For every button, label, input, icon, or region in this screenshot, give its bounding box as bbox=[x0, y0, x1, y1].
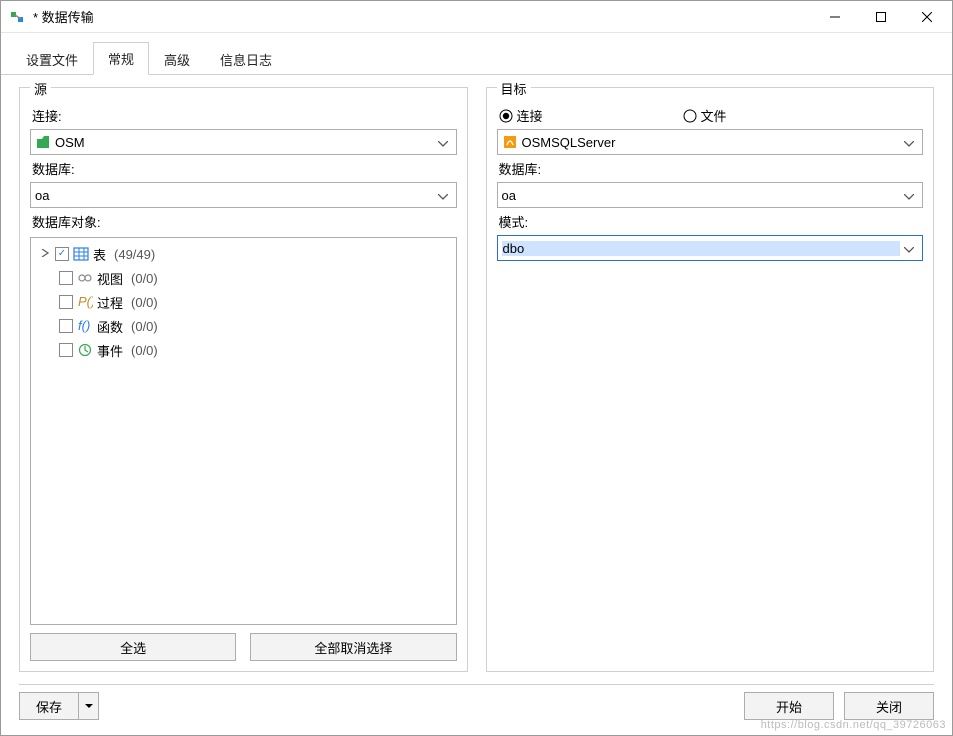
tab-advanced[interactable]: 高级 bbox=[149, 43, 205, 75]
chevron-down-icon bbox=[900, 241, 918, 256]
target-conn-value: OSMSQLServer bbox=[522, 135, 901, 150]
tree-count: (0/0) bbox=[131, 319, 158, 334]
chevron-right-icon[interactable] bbox=[39, 248, 51, 260]
procedure-icon: P() bbox=[77, 294, 93, 310]
tree-item-functions[interactable]: f() 函数 (0/0) bbox=[33, 314, 454, 338]
radio-label: 文件 bbox=[701, 106, 727, 125]
close-button[interactable] bbox=[904, 2, 950, 32]
close-dialog-button[interactable]: 关闭 bbox=[844, 692, 934, 720]
chevron-down-icon bbox=[900, 188, 918, 203]
titlebar: * 数据传输 bbox=[1, 1, 952, 33]
target-db-value[interactable] bbox=[502, 188, 901, 203]
target-type-row: 连接 文件 bbox=[499, 106, 922, 125]
target-schema-combo[interactable]: dbo bbox=[497, 235, 924, 261]
tree-item-views[interactable]: 视图 (0/0) bbox=[33, 266, 454, 290]
tab-bar: 设置文件 常规 高级 信息日志 bbox=[1, 33, 952, 75]
tree-count: (49/49) bbox=[114, 247, 155, 262]
target-schema-value: dbo bbox=[502, 241, 901, 256]
sqlserver-conn-icon bbox=[502, 134, 518, 150]
source-connection-combo[interactable]: OSM bbox=[30, 129, 457, 155]
target-db-label: 数据库: bbox=[499, 159, 922, 178]
target-database-combo[interactable] bbox=[497, 182, 924, 208]
source-legend: 源 bbox=[30, 79, 51, 98]
function-icon: f() bbox=[77, 318, 93, 334]
checkbox-events[interactable] bbox=[59, 343, 73, 357]
minimize-button[interactable] bbox=[812, 2, 858, 32]
tree-label: 视图 bbox=[97, 269, 123, 288]
target-radio-connection[interactable]: 连接 bbox=[499, 106, 543, 125]
target-legend: 目标 bbox=[497, 79, 531, 98]
tree-count: (0/0) bbox=[131, 343, 158, 358]
save-button[interactable]: 保存 bbox=[19, 692, 79, 720]
content-area: 源 连接: OSM 数据库: 数据库对象: bbox=[1, 75, 952, 672]
svg-text:f(): f() bbox=[78, 318, 90, 333]
tree-label: 事件 bbox=[97, 341, 123, 360]
tab-general[interactable]: 常规 bbox=[93, 42, 149, 75]
deselect-all-button[interactable]: 全部取消选择 bbox=[250, 633, 456, 661]
tab-log[interactable]: 信息日志 bbox=[205, 43, 287, 75]
checkbox-procedures[interactable] bbox=[59, 295, 73, 309]
radio-checked-icon bbox=[499, 109, 513, 123]
source-database-combo[interactable] bbox=[30, 182, 457, 208]
tree-label: 过程 bbox=[97, 293, 123, 312]
save-split-button[interactable]: 保存 bbox=[19, 692, 99, 720]
source-db-value[interactable] bbox=[35, 188, 434, 203]
chevron-down-icon bbox=[434, 188, 452, 203]
chevron-down-icon bbox=[900, 135, 918, 150]
chevron-down-icon bbox=[85, 704, 93, 709]
target-connection-combo[interactable]: OSMSQLServer bbox=[497, 129, 924, 155]
target-radio-file[interactable]: 文件 bbox=[683, 106, 727, 125]
window-title: * 数据传输 bbox=[33, 7, 812, 26]
radio-unchecked-icon bbox=[683, 109, 697, 123]
save-dropdown-button[interactable] bbox=[79, 692, 99, 720]
tree-label: 函数 bbox=[97, 317, 123, 336]
view-icon bbox=[77, 270, 93, 286]
svg-text:P(): P() bbox=[78, 294, 93, 309]
event-icon bbox=[77, 342, 93, 358]
target-panel: 目标 连接 文件 bbox=[486, 87, 935, 672]
source-object-tree[interactable]: 表 (49/49) 视图 (0/0) P() 过程 bbox=[30, 237, 457, 625]
footer: 保存 开始 关闭 bbox=[1, 685, 952, 735]
tree-count: (0/0) bbox=[131, 295, 158, 310]
source-panel: 源 连接: OSM 数据库: 数据库对象: bbox=[19, 87, 468, 672]
app-icon bbox=[9, 9, 25, 25]
table-icon bbox=[73, 246, 89, 262]
checkbox-views[interactable] bbox=[59, 271, 73, 285]
chevron-down-icon bbox=[434, 135, 452, 150]
tab-settings[interactable]: 设置文件 bbox=[11, 43, 93, 75]
maximize-button[interactable] bbox=[858, 2, 904, 32]
source-conn-value: OSM bbox=[55, 135, 434, 150]
source-objects-label: 数据库对象: bbox=[32, 212, 455, 231]
radio-label: 连接 bbox=[517, 106, 543, 125]
mysql-conn-icon bbox=[35, 134, 51, 150]
tree-count: (0/0) bbox=[131, 271, 158, 286]
tree-item-tables[interactable]: 表 (49/49) bbox=[33, 242, 454, 266]
checkbox-tables[interactable] bbox=[55, 247, 69, 261]
data-transfer-window: * 数据传输 设置文件 常规 高级 信息日志 源 连接: OSM bbox=[0, 0, 953, 736]
start-button[interactable]: 开始 bbox=[744, 692, 834, 720]
tree-label: 表 bbox=[93, 245, 106, 264]
checkbox-functions[interactable] bbox=[59, 319, 73, 333]
tree-item-events[interactable]: 事件 (0/0) bbox=[33, 338, 454, 362]
target-schema-label: 模式: bbox=[499, 212, 922, 231]
source-conn-label: 连接: bbox=[32, 106, 455, 125]
source-db-label: 数据库: bbox=[32, 159, 455, 178]
select-all-button[interactable]: 全选 bbox=[30, 633, 236, 661]
source-button-row: 全选 全部取消选择 bbox=[30, 633, 457, 661]
tree-item-procedures[interactable]: P() 过程 (0/0) bbox=[33, 290, 454, 314]
